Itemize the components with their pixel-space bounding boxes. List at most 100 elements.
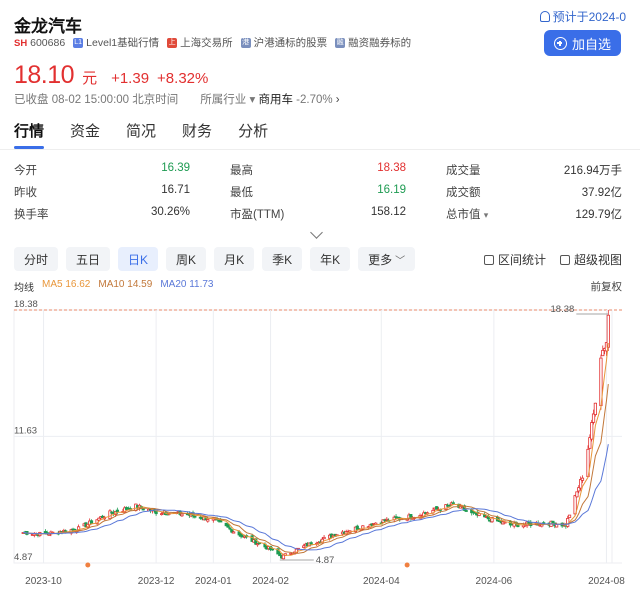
stock-name: 金龙汽车 — [14, 17, 82, 36]
stock-tags: SH 600686 L1 Level1基础行情 上上海交易所 港沪港通标的股票 融… — [14, 35, 411, 50]
tag-exchange[interactable]: 上上海交易所 — [167, 35, 233, 50]
event-dot-icon — [85, 562, 91, 568]
ma-legend: 均线 MA5 16.62 MA10 14.59 MA20 11.73 — [14, 279, 214, 294]
expand-chevron-icon[interactable] — [310, 226, 323, 239]
stats-row: 换手率 30.26% 市盈(TTM) 158.12 总市值 ▾ 129.79亿 — [14, 203, 622, 225]
period-weekly-k[interactable]: 周K — [166, 247, 207, 271]
add-watchlist-button[interactable]: 加自选 — [544, 30, 621, 56]
candle-up — [180, 513, 184, 517]
caret-down-icon: ▾ — [249, 94, 256, 106]
bell-icon — [539, 11, 550, 22]
stat-value: 30.26% — [150, 206, 190, 218]
x-tick-label: 2024-06 — [476, 576, 513, 587]
market-status: 已收盘 08-02 15:00:00 北京时间 — [14, 94, 179, 106]
stat-prev-close: 昨收 16.71 — [14, 184, 190, 200]
range-stats-button[interactable]: 区间统计 — [483, 251, 546, 268]
candle-down — [464, 510, 468, 512]
tab-finance[interactable]: 财务 — [182, 120, 212, 149]
stats-grid: 今开 16.39 最高 18.38 成交量 216.94万手 昨收 16.71 最低 16… — [14, 159, 622, 225]
price-row: 18.10 元 +1.39 +8.32% — [14, 61, 208, 90]
caret-down-icon: ▾ — [483, 210, 489, 220]
period-yearly-k[interactable]: 年K — [310, 247, 351, 271]
candle-up — [322, 536, 326, 540]
x-tick-label: 2024-08 — [588, 576, 625, 587]
stat-market-cap[interactable]: 总市值 ▾ 129.79亿 — [446, 206, 622, 222]
period-more[interactable]: 更多 ﹀ — [358, 247, 416, 271]
current-price: 18.10 — [14, 61, 75, 89]
stat-label: 成交额 — [446, 187, 481, 199]
period-quarterly-k[interactable]: 季K — [262, 247, 303, 271]
ma20-legend: MA20 11.73 — [160, 279, 214, 290]
y-tick-label: 18.38 — [14, 299, 38, 310]
stat-value: 16.39 — [161, 162, 190, 174]
candle-up — [606, 314, 610, 348]
market-code: SH — [14, 37, 28, 49]
stat-value: 158.12 — [370, 206, 406, 218]
range-stats-label: 区间统计 — [497, 253, 546, 267]
candle-up — [97, 517, 101, 521]
tag-label: 上海交易所 — [180, 37, 233, 49]
candle-up — [47, 533, 51, 536]
candle-up — [567, 514, 572, 518]
notice-link[interactable]: 预计于2024-0 — [539, 8, 626, 25]
tab-quote[interactable]: 行情 — [14, 120, 45, 149]
candle-up — [579, 479, 583, 489]
x-tick-label: 2024-02 — [252, 576, 289, 587]
tab-funds[interactable]: 资金 — [70, 120, 100, 149]
candle-up — [555, 524, 559, 528]
y-tick-label: 4.87 — [14, 552, 33, 563]
tag-margin[interactable]: 融融资融券标的 — [335, 35, 411, 50]
candle-down — [193, 515, 197, 518]
candle-down — [228, 527, 232, 530]
stat-pe: 市盈(TTM) 158.12 — [230, 206, 406, 222]
stat-label: 最低 — [230, 187, 253, 199]
period-5day[interactable]: 五日 — [66, 247, 111, 271]
stat-high: 最高 18.38 — [230, 162, 406, 178]
tag-level1[interactable]: L1 Level1基础行情 — [73, 35, 159, 50]
stat-label: 总市值 ▾ — [446, 206, 488, 222]
exchange-icon: 上 — [167, 37, 178, 48]
candle-up — [206, 519, 210, 522]
stat-label: 今开 — [14, 165, 37, 177]
period-selector: 分时 五日 日K 周K 月K 季K 年K 更多 ﹀ — [14, 247, 416, 271]
tag-label: 沪港通标的股票 — [253, 37, 328, 49]
stat-low: 最低 16.19 — [230, 184, 406, 200]
range-bracket-icon — [483, 255, 494, 265]
period-timeshare[interactable]: 分时 — [14, 247, 59, 271]
market-cap-label: 总市值 — [446, 209, 481, 221]
candle-down — [141, 508, 145, 511]
period-daily-k[interactable]: 日K — [118, 247, 159, 271]
tab-profile[interactable]: 简况 — [126, 120, 156, 149]
candle-down — [270, 548, 274, 551]
industry-change: -2.70% — [296, 94, 333, 106]
chevron-down-icon: ﹀ — [395, 255, 406, 267]
industry-label: 所属行业 — [200, 94, 247, 106]
kline-chart[interactable]: 18.38 11.63 4.87 2023-10 2023-12 2024-01 2024-… — [0, 295, 640, 590]
stat-turnover-rate: 换手率 30.26% — [14, 206, 190, 222]
super-view-label: 超级视图 — [573, 253, 622, 267]
price-change: +1.39 — [111, 70, 150, 87]
tag-connect[interactable]: 港沪港通标的股票 — [240, 35, 328, 50]
tab-analysis[interactable]: 分析 — [238, 120, 268, 149]
ma-title: 均线 — [14, 283, 34, 294]
candle-up — [580, 477, 585, 481]
plus-circle-icon — [553, 36, 567, 50]
tabs-divider — [0, 149, 640, 150]
chart-tools: 区间统计 超级视图 — [483, 251, 622, 268]
stat-label: 市盈(TTM) — [230, 209, 285, 221]
stat-label: 最高 — [230, 165, 253, 177]
stats-row: 今开 16.39 最高 18.38 成交量 216.94万手 — [14, 159, 622, 181]
stat-volume: 成交量 216.94万手 — [446, 162, 622, 178]
industry-link[interactable]: 所属行业 ▾ 商用车 -2.70% › — [200, 91, 339, 107]
price-adjust-toggle[interactable]: 前复权 — [591, 279, 623, 294]
stat-value: 37.92亿 — [581, 187, 622, 199]
super-view-button[interactable]: 超级视图 — [559, 251, 622, 268]
stat-label: 昨收 — [14, 187, 37, 199]
tag-label: 融资融券标的 — [348, 37, 412, 49]
period-monthly-k[interactable]: 月K — [214, 247, 255, 271]
high-marker-label: 18.38 — [551, 304, 575, 315]
add-watchlist-label: 加自选 — [571, 36, 611, 52]
price-unit: 元 — [82, 70, 98, 87]
y-tick-label: 11.63 — [14, 425, 37, 436]
stats-row: 昨收 16.71 最低 16.19 成交额 37.92亿 — [14, 181, 622, 203]
